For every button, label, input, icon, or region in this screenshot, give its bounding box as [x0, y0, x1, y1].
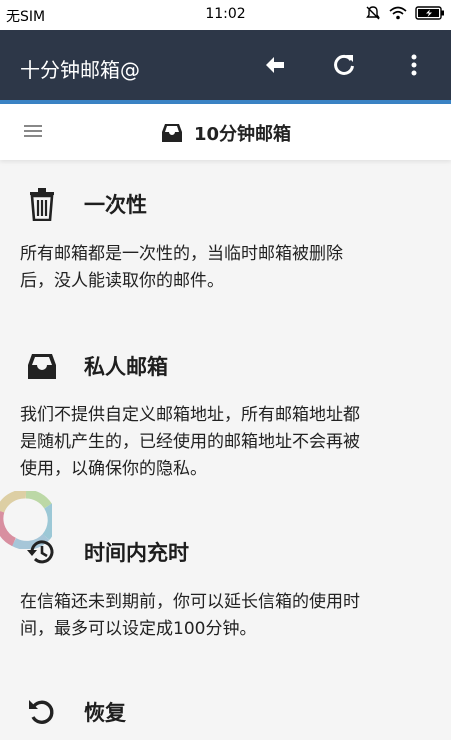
back-arrow-icon: [266, 57, 284, 73]
feature-description: 所有邮箱都是一次性的，当临时邮箱被删除 后，没人能读取你的邮件。: [20, 241, 425, 295]
refresh-button[interactable]: [329, 50, 359, 80]
feature-description: 我们不提供自定义邮箱地址，所有邮箱地址都 是随机产生的，已经使用的邮箱地址不会再…: [20, 402, 425, 483]
app-title: 十分钟邮箱@: [20, 58, 140, 82]
status-icons: [365, 5, 445, 21]
feature-description-line: 所有邮箱都是一次性的，当临时邮箱被删除: [20, 244, 343, 264]
back-button[interactable]: [260, 50, 290, 80]
more-vert-icon: [411, 54, 417, 76]
feature-description-line: 是随机产生的，已经使用的邮箱地址不会再被: [20, 432, 360, 452]
feature-description-line: 在信箱还未到期前，你可以延长信箱的使用时: [20, 592, 360, 612]
refresh-icon: [334, 54, 354, 75]
feature-title: 私人邮箱: [84, 355, 168, 379]
inbox-tray-icon: [161, 124, 182, 142]
feature-heading: 恢复: [24, 694, 126, 730]
feature-description-line: 我们不提供自定义邮箱地址，所有邮箱地址都: [20, 405, 360, 425]
feature-heading: 私人邮箱: [24, 348, 168, 384]
status-bar: 无SIM 11:02: [0, 0, 451, 30]
trash-icon: [24, 186, 60, 222]
feature-description-line: 使用，以确保你的隐私。: [20, 459, 207, 479]
feature-description-line: 后，没人能读取你的邮件。: [20, 271, 224, 291]
feature-heading: 一次性: [24, 186, 147, 222]
bell-muted-icon: [365, 5, 381, 21]
wifi-icon: [389, 6, 407, 20]
inbox-tray-icon: [24, 348, 60, 384]
sub-header-title-group: 10分钟邮箱: [0, 120, 451, 146]
sub-header: 10分钟邮箱: [0, 104, 451, 160]
feature-heading: 时间内充时: [24, 534, 189, 570]
app-bar: 十分钟邮箱@: [0, 30, 451, 100]
battery-charging-icon: [415, 6, 445, 20]
feature-title: 恢复: [84, 701, 126, 725]
restore-icon: [24, 694, 60, 730]
sub-header-title: 10分钟邮箱: [193, 124, 292, 145]
history-icon: [24, 534, 60, 570]
feature-description-line: 间，最多可以设定成100分钟。: [20, 619, 257, 639]
feature-description: 在信箱还未到期前，你可以延长信箱的使用时 间，最多可以设定成100分钟。: [20, 589, 425, 643]
more-options-button[interactable]: [399, 50, 429, 80]
feature-title: 一次性: [84, 193, 147, 217]
feature-title: 时间内充时: [84, 541, 189, 565]
